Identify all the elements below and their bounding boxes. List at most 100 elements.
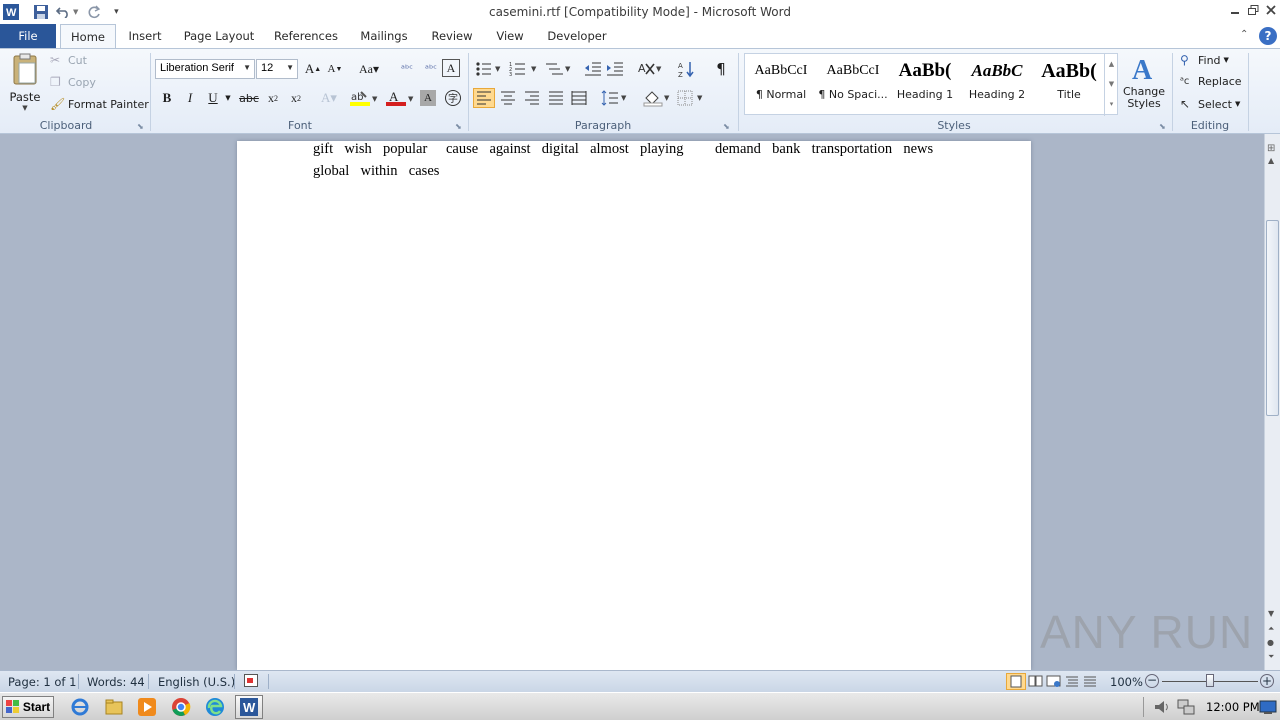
increase-indent-icon[interactable] [604, 59, 626, 79]
style-normal[interactable]: AaBbCcI ¶ Normal [746, 54, 816, 112]
browse-object-icon[interactable]: ● [1267, 638, 1274, 647]
tab-references[interactable]: References [268, 24, 344, 48]
ruler-toggle-icon[interactable]: ⊞ [1267, 143, 1275, 154]
print-layout-view-icon[interactable] [1006, 673, 1026, 690]
show-desktop-icon[interactable] [1258, 697, 1278, 717]
macro-record-icon[interactable] [244, 674, 258, 690]
help-icon[interactable]: ? [1259, 27, 1277, 45]
scrollbar-thumb[interactable] [1266, 220, 1279, 416]
font-name-combo[interactable]: Liberation Serif ▼ [155, 59, 255, 79]
document-page[interactable]: gift wish popular cause against digital … [237, 141, 1031, 670]
zoom-out-icon[interactable]: − [1145, 674, 1159, 688]
tab-developer[interactable]: Developer [540, 24, 614, 48]
line-spacing-icon[interactable]: ▼ [600, 88, 630, 108]
justify-icon[interactable] [545, 88, 567, 108]
paragraph-launcher-icon[interactable]: ⬊ [723, 122, 730, 131]
font-size-combo[interactable]: 12 ▼ [256, 59, 298, 79]
folder-icon[interactable] [104, 697, 124, 717]
clear-formatting-icon[interactable]: ᵃᵇᶜ [396, 59, 418, 79]
copy-button[interactable]: ❐ Copy [50, 75, 96, 89]
tab-page-layout[interactable]: Page Layout [178, 24, 260, 48]
change-case-icon[interactable]: Aa▾ [356, 59, 382, 79]
decrease-indent-icon[interactable] [582, 59, 604, 79]
multilevel-list-icon[interactable]: ▼ [544, 59, 574, 79]
scroll-down-icon[interactable]: ▼ [1268, 609, 1274, 618]
style-no-spacing[interactable]: AaBbCcI ¶ No Spaci... [818, 54, 888, 112]
clipboard-launcher-icon[interactable]: ⬊ [137, 122, 144, 131]
align-center-icon[interactable] [497, 88, 519, 108]
tab-view[interactable]: View [488, 24, 532, 48]
subscript-icon[interactable]: x2 [262, 88, 284, 108]
font-color-icon[interactable]: A ▼ [384, 88, 416, 108]
italic-icon[interactable]: I [179, 88, 201, 108]
styles-launcher-icon[interactable]: ⬊ [1159, 122, 1166, 131]
vertical-scrollbar[interactable]: ⊞ ▲ ▼ ⏶ ● ⏷ [1264, 134, 1280, 670]
media-player-icon[interactable] [137, 697, 157, 717]
numbering-icon[interactable]: 1 2 3 ▼ [508, 59, 540, 79]
character-border-icon[interactable]: A [442, 59, 460, 77]
underline-dropdown-icon[interactable]: ▼ [222, 88, 234, 108]
page-count[interactable]: Page: 1 of 1 [8, 675, 76, 689]
grow-font-icon[interactable]: A ▲ [302, 59, 324, 79]
taskbar-word-button[interactable]: W [235, 695, 263, 719]
scroll-up-icon[interactable]: ▲ [1268, 156, 1274, 165]
bold-icon[interactable]: B [156, 88, 178, 108]
word-count[interactable]: Words: 44 [87, 675, 145, 689]
previous-page-icon[interactable]: ⏶ [1268, 624, 1274, 634]
edge-icon[interactable] [205, 697, 225, 717]
find-button[interactable]: ⚲ Find ▼ [1180, 53, 1229, 67]
outline-view-icon[interactable] [1064, 674, 1080, 692]
zoom-slider-thumb[interactable] [1206, 674, 1214, 687]
text-direction-icon[interactable]: A ▼ [636, 59, 664, 79]
close-icon[interactable] [1262, 2, 1280, 18]
cut-button[interactable]: ✂ Cut [50, 53, 87, 67]
web-layout-icon[interactable] [1046, 674, 1062, 692]
undo-dropdown-icon[interactable]: ▼ [73, 8, 78, 16]
highlight-color-icon[interactable]: ab ▼ [348, 88, 380, 108]
tab-home[interactable]: Home [60, 24, 116, 48]
zoom-in-icon[interactable]: + [1260, 674, 1274, 688]
ie-icon[interactable] [70, 697, 90, 717]
enclose-characters-icon[interactable]: 字 [442, 88, 464, 108]
strikethrough-icon[interactable]: abc [238, 88, 260, 108]
tab-insert[interactable]: Insert [120, 24, 170, 48]
minimize-ribbon-icon[interactable]: ⌃ [1240, 29, 1248, 40]
style-heading-2[interactable]: AaBbC Heading 2 [962, 54, 1032, 112]
superscript-icon[interactable]: x2 [285, 88, 307, 108]
bullets-icon[interactable]: ▼ [474, 59, 504, 79]
tab-mailings[interactable]: Mailings [352, 24, 416, 48]
chrome-icon[interactable] [171, 697, 191, 717]
restore-icon[interactable] [1244, 2, 1262, 18]
align-right-icon[interactable] [521, 88, 543, 108]
zoom-level[interactable]: 100% [1110, 675, 1143, 689]
tab-file[interactable]: File [0, 24, 56, 48]
font-launcher-icon[interactable]: ⬊ [455, 122, 462, 131]
next-page-icon[interactable]: ⏷ [1268, 652, 1274, 662]
borders-icon[interactable]: ▼ [676, 88, 706, 108]
align-left-icon[interactable] [473, 88, 495, 108]
character-shading-icon[interactable]: A [420, 90, 436, 106]
clock[interactable]: 12:00 PM [1206, 700, 1260, 714]
undo-icon[interactable] [53, 2, 73, 22]
redo-icon[interactable] [84, 2, 104, 22]
show-formatting-marks-icon[interactable]: ¶ [710, 59, 732, 79]
replace-button[interactable]: ᵃc Replace [1180, 75, 1242, 88]
word-app-icon[interactable]: W [1, 2, 21, 22]
paste-button[interactable]: Paste ▼ [6, 53, 44, 115]
full-screen-reading-icon[interactable] [1028, 674, 1044, 692]
style-heading-1[interactable]: AaBb( Heading 1 [890, 54, 960, 112]
styles-scroll[interactable]: ▲ ▼ ▾ [1104, 54, 1118, 116]
start-button[interactable]: Start [2, 696, 54, 718]
text-effects-icon[interactable]: A▾ [318, 88, 340, 108]
style-title[interactable]: AaBb( Title [1034, 54, 1104, 112]
sort-icon[interactable]: AZ [676, 59, 698, 79]
shading-icon[interactable]: ▼ [642, 88, 672, 108]
format-painter-button[interactable]: 🖌 Format Painter [50, 97, 149, 111]
select-button[interactable]: ↖ Select ▼ [1180, 97, 1240, 111]
phonetic-guide-icon[interactable]: ᵃᵇᶜ [420, 59, 442, 79]
minimize-icon[interactable] [1226, 2, 1244, 18]
save-icon[interactable] [31, 2, 51, 22]
network-icon[interactable] [1176, 697, 1196, 717]
language[interactable]: English (U.S.) [158, 675, 235, 689]
change-styles-button[interactable]: A Change Styles [1122, 53, 1166, 117]
